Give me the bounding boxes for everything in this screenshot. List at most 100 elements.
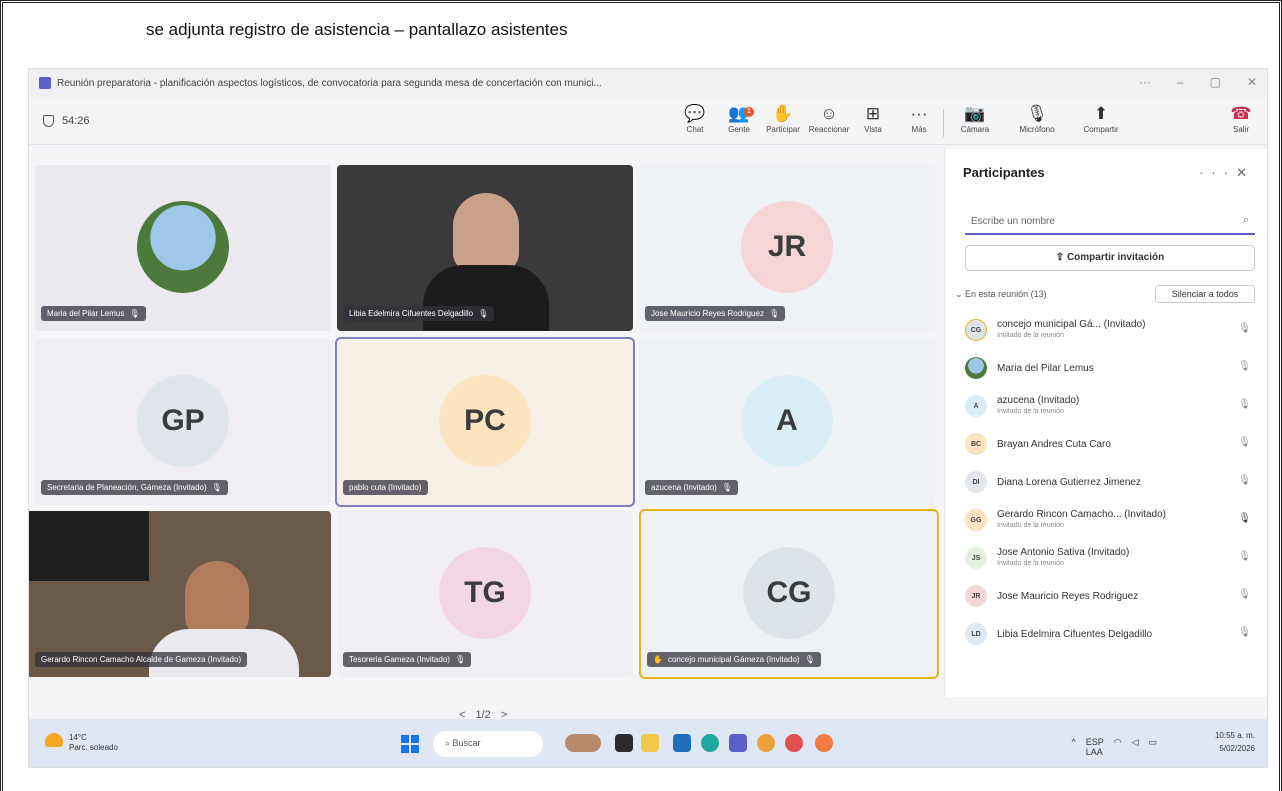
panel-title: Participantes <box>963 165 1045 180</box>
participant-nametag: Jose Mauricio Reyes Rodriguez 🎙 <box>645 306 786 321</box>
participant-nametag: pablo cuta (Invitado) <box>343 480 428 495</box>
mic-off-icon: 🎙 <box>1238 361 1251 372</box>
participant-nametag: ✋ concejo municipal Gámeza (Invitado) 🎙 <box>647 652 821 667</box>
participant-avatar: JR <box>741 201 833 293</box>
participant-nametag: Gerardo Rincon Camacho Alcalde de Gameza… <box>35 652 248 667</box>
participant-row[interactable]: Maria del Pilar Lemus 🎙 <box>945 349 1267 387</box>
participant-row[interactable]: A azucena (Invitado) Invitado de la reun… <box>945 387 1267 425</box>
participant-avatar: GG <box>965 509 987 531</box>
mic-off-icon: 🎙 <box>804 655 815 664</box>
participant-avatar: A <box>741 375 833 467</box>
share-invite-button[interactable]: ⇪ Compartir invitación <box>965 245 1255 271</box>
app-icon[interactable] <box>785 734 803 752</box>
participant-search-input[interactable]: Escribe un nombre ⌕ <box>965 209 1255 235</box>
minimize-button[interactable]: – <box>1177 75 1184 89</box>
mic-off-icon: 🎙 <box>1238 399 1251 410</box>
chrome-icon[interactable] <box>757 734 775 752</box>
mic-off-icon: 🎙 <box>721 483 732 492</box>
participant-tile[interactable]: Maria del Pilar Lemus 🎙 <box>35 165 331 331</box>
chat-button[interactable]: 💬 Chat <box>671 103 719 134</box>
participant-tile[interactable]: TG Tesoreria Gameza (Invitado) 🎙 <box>337 511 633 677</box>
participant-row[interactable]: CG concejo municipal Gá... (Invitado) In… <box>945 311 1267 349</box>
window-controls: ··· – ▢ ✕ <box>1139 75 1257 89</box>
clock[interactable]: 10:55 a. m. 5/02/2026 <box>1215 729 1255 755</box>
people-button[interactable]: 👥 1 Gente <box>715 103 763 134</box>
mic-off-icon: 🎙 <box>768 309 780 318</box>
video-person <box>185 561 249 637</box>
chevron-down-icon: ⌄ <box>955 289 966 299</box>
teams-icon <box>39 77 51 89</box>
leave-button[interactable]: ☎ Salir <box>1217 103 1265 134</box>
close-button[interactable]: ✕ <box>1247 75 1257 89</box>
participant-video-tile[interactable]: Libia Edelmira Cifuentes Delgadillo 🎙 <box>337 165 633 331</box>
weather-widget[interactable]: 14°C Parc. soleado <box>45 733 118 753</box>
panel-more-button[interactable]: ··· <box>1199 165 1236 180</box>
section-header[interactable]: ⌄ En esta reunión (13) <box>955 289 1047 300</box>
avatar-photo <box>137 201 229 293</box>
participant-nametag: Secretaria de Planeación, Gámeza (Invita… <box>41 480 228 495</box>
participant-row[interactable]: LD Libia Edelmira Cifuentes Delgadillo 🎙 <box>945 615 1267 653</box>
toolbar-divider <box>943 109 944 137</box>
participant-row[interactable]: GG Gerardo Rincon Camacho... (Invitado) … <box>945 501 1267 539</box>
window-titlebar: Reunión preparatoria - planificación asp… <box>29 69 1267 97</box>
participant-row[interactable]: BC Brayan Andres Cuta Caro 🎙 <box>945 425 1267 463</box>
more-button[interactable]: ··· Más <box>895 103 943 134</box>
search-icon: ⌕ <box>445 738 453 748</box>
share-icon: ⇪ <box>1055 252 1067 263</box>
view-button[interactable]: ⊞ Vista <box>849 103 897 134</box>
participant-tile[interactable]: GP Secretaria de Planeación, Gámeza (Inv… <box>35 339 331 505</box>
participant-avatar: CG <box>965 319 987 341</box>
edge-icon[interactable] <box>701 734 719 752</box>
teams-taskbar-icon[interactable] <box>729 734 747 752</box>
participant-avatar: DI <box>965 471 987 493</box>
video-person <box>453 193 519 273</box>
wifi-icon: ◠ <box>1113 737 1122 747</box>
news-widget-icon[interactable] <box>565 734 601 752</box>
task-view-icon[interactable] <box>615 734 633 752</box>
more-icon[interactable]: ··· <box>1139 75 1151 89</box>
smile-icon: ☺ <box>820 104 838 123</box>
participant-avatar: TG <box>439 547 531 639</box>
participant-tile[interactable]: A azucena (Invitado) 🎙 <box>639 339 935 505</box>
participant-video-tile[interactable]: Gerardo Rincon Camacho Alcalde de Gameza… <box>29 511 331 677</box>
raise-hand-button[interactable]: ✋ Participar <box>759 103 807 134</box>
participant-nametag: azucena (Invitado) 🎙 <box>645 480 738 495</box>
panel-close-button[interactable]: ✕ <box>1236 165 1255 180</box>
system-tray-icons[interactable]: ^ ESP LAA ◠ ◁ ▭ <box>1071 737 1157 757</box>
participant-avatar: GP <box>137 375 229 467</box>
file-explorer-icon[interactable] <box>641 734 659 752</box>
participant-avatar: JR <box>965 585 987 607</box>
grid-icon: ⊞ <box>865 104 881 123</box>
ellipsis-icon: ··· <box>910 104 928 123</box>
participant-avatar: PC <box>439 375 531 467</box>
participant-row[interactable]: DI Diana Lorena Gutierrez Jimenez 🎙 <box>945 463 1267 501</box>
meeting-timer: 54:26 <box>43 115 90 127</box>
maximize-button[interactable]: ▢ <box>1210 75 1221 89</box>
camera-off-icon: 📷 <box>964 104 986 123</box>
participant-tile-speaking[interactable]: CG ✋ concejo municipal Gámeza (Invitado) 🎙 <box>639 509 939 679</box>
participant-tile-selected[interactable]: PC pablo cuta (Invitado) <box>335 337 635 507</box>
video-person-body <box>423 265 549 331</box>
start-button[interactable] <box>401 735 419 753</box>
participant-row[interactable]: JS Jose Antonio Sativa (Invitado) Invita… <box>945 539 1267 577</box>
copilot-icon[interactable] <box>815 734 833 752</box>
panel-controls: ···✕ <box>1199 165 1255 181</box>
mic-off-icon: 🎙 <box>1238 551 1251 562</box>
video-tv <box>29 511 149 581</box>
taskbar-search[interactable]: ⌕ Buscar <box>433 731 543 757</box>
store-icon[interactable] <box>673 734 691 752</box>
participant-avatar <box>965 357 987 379</box>
mic-off-icon: 🎙 <box>1238 589 1251 600</box>
mute-all-button[interactable]: Silenciar a todos <box>1155 285 1255 303</box>
microphone-button[interactable]: 🎙 Micrófono <box>1013 103 1061 134</box>
timer-text: 54:26 <box>62 115 90 127</box>
mic-off-icon: 🎙 <box>454 655 466 664</box>
mic-on-icon: 🎙 <box>1238 513 1251 524</box>
participant-row[interactable]: JR Jose Mauricio Reyes Rodriguez 🎙 <box>945 577 1267 615</box>
chevron-up-icon: ^ <box>1071 737 1076 747</box>
volume-icon: ◁ <box>1131 737 1139 747</box>
share-button[interactable]: ⬆ Compartir <box>1077 103 1125 134</box>
participant-tile[interactable]: JR Jose Mauricio Reyes Rodriguez 🎙 <box>639 165 935 331</box>
react-button[interactable]: ☺ Reaccionar <box>805 103 853 134</box>
camera-button[interactable]: 📷 Cámara <box>951 103 999 134</box>
